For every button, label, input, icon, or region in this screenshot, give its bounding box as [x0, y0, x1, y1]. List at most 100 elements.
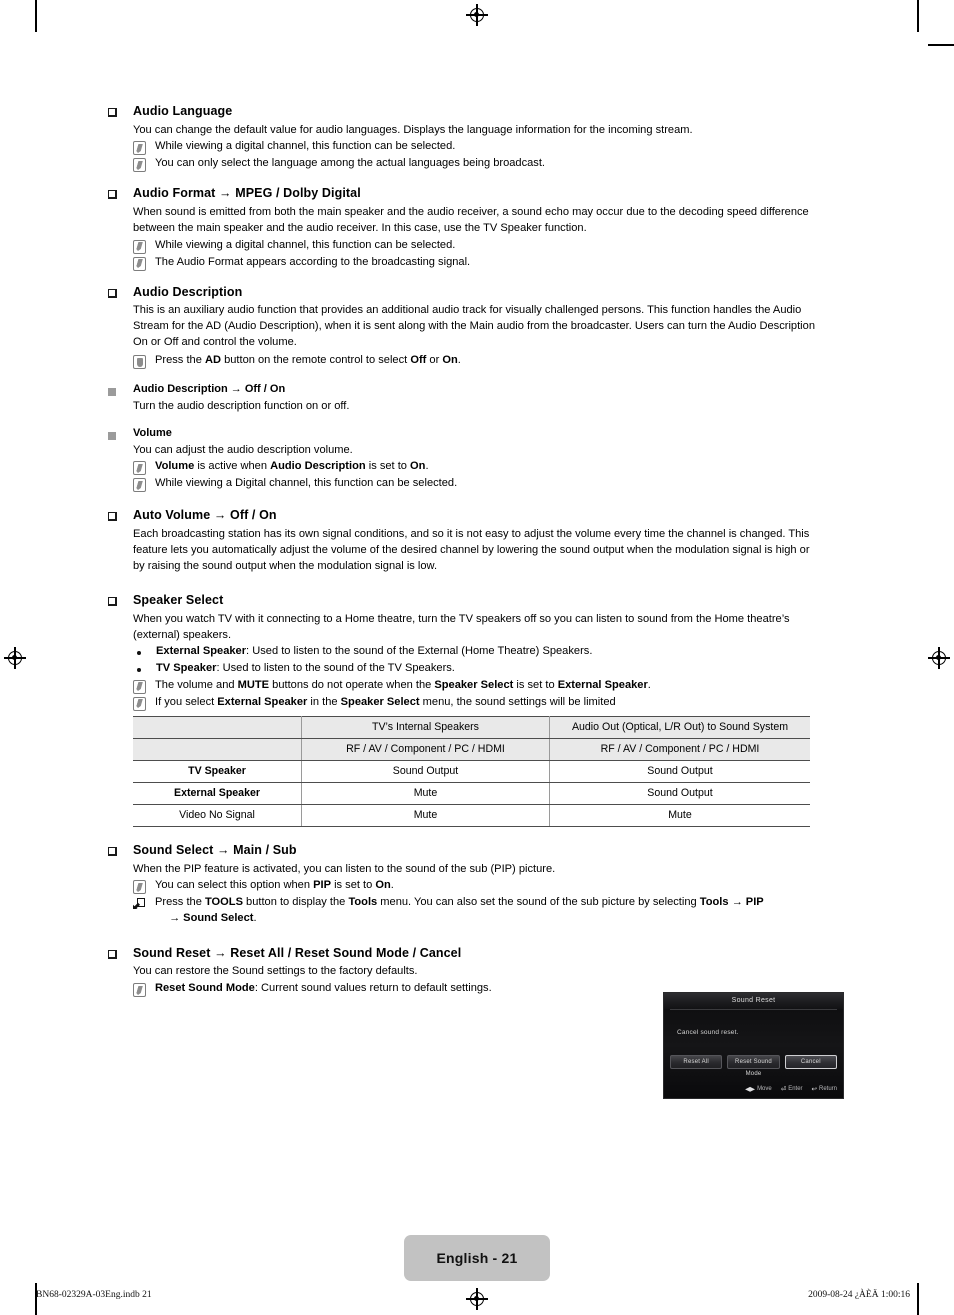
tools-note-text: Press the TOOLS button to display the To…	[155, 896, 764, 924]
osd-hint-enter-label: Enter	[788, 1086, 803, 1092]
note-pencil-icon	[133, 983, 146, 998]
section-body: You can restore the Sound settings to th…	[133, 965, 418, 978]
note-pencil-icon	[133, 158, 146, 173]
table-row: Video No Signal Mute Mute	[133, 803, 810, 827]
osd-title: Sound Reset	[664, 993, 843, 1009]
section-audio-language: Audio Language You can change the defaul…	[108, 104, 824, 173]
osd-hint-move-label: Move	[757, 1086, 772, 1092]
note-text: While viewing a digital channel, this fu…	[155, 140, 456, 153]
hollow-square-bullet-icon	[108, 288, 117, 298]
osd-hint-bar: ◀▶ Move ⏎ Enter ↩ Return	[745, 1085, 837, 1093]
move-arrows-icon: ◀▶	[745, 1086, 756, 1093]
section-heading: Auto Volume → Off / On	[133, 508, 277, 523]
table-row: External Speaker Mute Sound Output	[133, 781, 810, 805]
note-text: The volume and MUTE buttons do not opera…	[155, 678, 651, 691]
note-pencil-icon	[133, 461, 146, 476]
subsection-heading: Volume	[133, 426, 172, 439]
section-body: When sound is emitted from both the main…	[133, 206, 809, 234]
tools-icon	[133, 897, 146, 911]
note-row: The volume and MUTE buttons do not opera…	[133, 678, 824, 694]
section-audio-format: Audio Format → MPEG / Dolby Digital When…	[108, 186, 824, 271]
subsection-body: Turn the audio description function on o…	[133, 400, 350, 413]
sound-reset-osd-screenshot: Sound Reset Cancel sound reset. Reset Al…	[663, 992, 844, 1099]
table-header-row-2: RF / AV / Component / PC / HDMI RF / AV …	[133, 737, 810, 761]
table-subheader-internal-inputs: RF / AV / Component / PC / HDMI	[301, 737, 550, 761]
note-pencil-icon	[133, 880, 146, 895]
footer-file-reference: BN68-02329A-03Eng.indb 21	[36, 1290, 152, 1300]
table-cell: Sound Output	[549, 759, 810, 783]
note-text: While viewing a Digital channel, this fu…	[155, 477, 458, 490]
section-heading-row: Audio Format → MPEG / Dolby Digital	[108, 186, 824, 202]
osd-reset-sound-mode-button[interactable]: Reset Sound Mode	[727, 1055, 780, 1077]
osd-title-divider	[670, 1009, 837, 1010]
note-row: The Audio Format appears according to th…	[133, 255, 824, 271]
table-header-row-1: TV’s Internal Speakers Audio Out (Optica…	[133, 715, 810, 739]
subsection-body: You can adjust the audio description vol…	[133, 443, 353, 456]
note-text: If you select External Speaker in the Sp…	[155, 695, 616, 708]
osd-hint-return: ↩ Return	[812, 1085, 837, 1093]
table-corner-cell	[133, 715, 302, 739]
table-subheader-audioout-inputs: RF / AV / Component / PC / HDMI	[549, 737, 810, 761]
crop-mark-top-left	[35, 0, 37, 32]
section-auto-volume: Auto Volume → Off / On Each broadcasting…	[108, 508, 824, 574]
crop-mark-top-right	[917, 0, 919, 32]
table-cell: Sound Output	[549, 781, 810, 805]
section-body: When you watch TV with it connecting to …	[133, 612, 790, 641]
hollow-square-bullet-icon	[108, 597, 117, 607]
section-heading-row: Auto Volume → Off / On	[108, 508, 824, 524]
subsection-heading-row: Audio Description → Off / On	[108, 383, 824, 397]
section-heading: Audio Description	[133, 284, 243, 299]
bullet-row: TV Speaker: Used to listen to the sound …	[133, 661, 824, 677]
table-cell: Mute	[549, 803, 810, 827]
note-text: The Audio Format appears according to th…	[155, 255, 471, 268]
section-heading-row: Audio Language	[108, 104, 824, 120]
note-row: While viewing a digital channel, this fu…	[133, 139, 824, 156]
section-heading: Audio Format → MPEG / Dolby Digital	[133, 186, 361, 201]
table-cell: Mute	[301, 781, 550, 805]
osd-cancel-button[interactable]: Cancel	[784, 1055, 837, 1069]
note-pencil-icon	[133, 239, 146, 254]
footer-timestamp: 2009-08-24 ¿ÀÈÄ 1:00:16	[808, 1290, 910, 1300]
registration-mark-top	[466, 4, 488, 26]
note-text: While viewing a digital channel, this fu…	[155, 238, 456, 251]
note-text: You can select this option when PIP is s…	[155, 879, 394, 892]
note-row: Press the AD button on the remote contro…	[133, 353, 824, 370]
enter-key-icon: ⏎	[780, 1086, 787, 1093]
remote-button-icon	[133, 355, 146, 370]
table-corner-cell	[133, 737, 302, 761]
filled-square-bullet-icon	[108, 431, 116, 440]
hollow-square-bullet-icon	[108, 512, 117, 522]
document-content: Audio Language You can change the defaul…	[108, 104, 824, 998]
section-heading: Audio Language	[133, 104, 233, 118]
section-heading-row: Speaker Select	[108, 593, 824, 609]
note-pencil-icon	[133, 679, 146, 694]
section-sound-select: Sound Select → Main / Sub When the PIP f…	[108, 843, 824, 927]
subsection-heading-row: Volume	[108, 427, 824, 441]
note-pencil-icon	[133, 256, 146, 271]
round-bullet-icon	[137, 651, 141, 656]
osd-hint-enter: ⏎ Enter	[781, 1085, 803, 1093]
hollow-square-bullet-icon	[108, 108, 117, 117]
note-row: While viewing a digital channel, this fu…	[133, 238, 824, 254]
section-body: Each broadcasting station has its own si…	[133, 528, 810, 572]
section-sound-reset: Sound Reset → Reset All / Reset Sound Mo…	[108, 946, 824, 998]
filled-square-bullet-icon	[108, 388, 116, 397]
note-row: Volume is active when Audio Description …	[133, 459, 824, 476]
crop-mark-right-upper	[928, 44, 954, 46]
osd-reset-all-button[interactable]: Reset All	[670, 1055, 723, 1069]
note-pencil-icon	[133, 696, 146, 711]
table-row-label: TV Speaker	[133, 759, 302, 783]
table-header-audio-out: Audio Out (Optical, L/R Out) to Sound Sy…	[549, 715, 810, 739]
table-row-label: Video No Signal	[133, 803, 302, 827]
section-audio-description-toggle: Audio Description → Off / On Turn the au…	[108, 383, 824, 415]
section-heading: Sound Select → Main / Sub	[133, 842, 297, 857]
note-text: Volume is active when Audio Description …	[155, 460, 429, 473]
registration-mark-left	[4, 647, 26, 669]
osd-hint-return-label: Return	[818, 1086, 837, 1092]
speaker-select-table: TV’s Internal Speakers Audio Out (Optica…	[133, 715, 810, 827]
section-body: You can change the default value for aud…	[133, 123, 693, 136]
hollow-square-bullet-icon	[108, 846, 117, 856]
bullet-row: External Speaker: Used to listen to the …	[133, 644, 824, 660]
table-row: TV Speaker Sound Output Sound Output	[133, 759, 810, 783]
note-text: You can only select the language among t…	[155, 157, 546, 170]
